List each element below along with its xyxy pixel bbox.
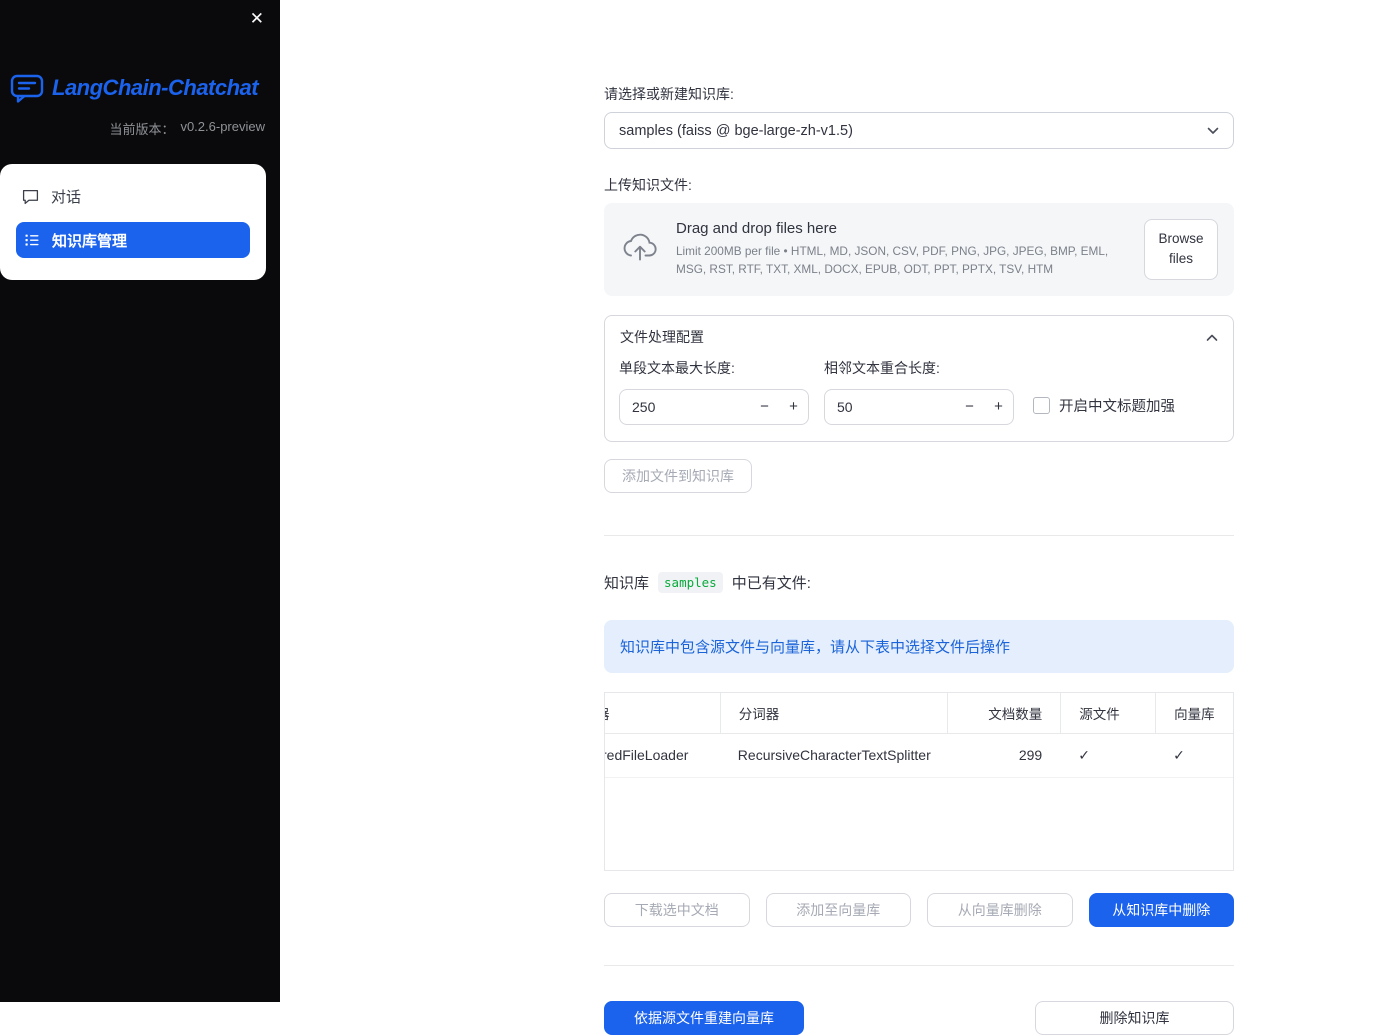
add-files-to-kb-button[interactable]: 添加文件到知识库 xyxy=(604,458,752,493)
file-config-expander: 文件处理配置 单段文本最大长度: − + xyxy=(604,314,1234,442)
overlap-field: 相邻文本重合长度: − + xyxy=(824,358,1014,425)
cloud-upload-icon xyxy=(620,231,660,267)
sidebar-close-button[interactable]: ✕ xyxy=(246,6,268,31)
source-check-icon: ✓ xyxy=(1078,746,1090,763)
zh-title-enhance-label: 开启中文标题加强 xyxy=(1059,398,1175,415)
sidebar-item-chat[interactable]: 对话 xyxy=(0,176,266,216)
vector-check-icon: ✓ xyxy=(1173,746,1185,763)
sidebar-menu: 对话 知识库管理 xyxy=(0,164,266,280)
upload-label: 上传知识文件: xyxy=(604,177,692,193)
table-row[interactable]: redFileLoader RecursiveCharacterTextSpli… xyxy=(605,734,1233,778)
cell-splitter: RecursiveCharacterTextSplitter xyxy=(737,747,931,763)
kb-select-value: samples (faiss @ bge-large-zh-v1.5) xyxy=(619,122,853,139)
version-label: 当前版本： xyxy=(109,122,175,137)
chevron-down-icon xyxy=(1207,122,1219,140)
max-length-input[interactable] xyxy=(632,398,750,415)
max-length-field: 单段文本最大长度: − + xyxy=(619,358,809,425)
version-value: v0.2.6-preview xyxy=(180,119,265,134)
overlap-label: 相邻文本重合长度: xyxy=(824,359,940,376)
sidebar-item-kb-management[interactable]: 知识库管理 xyxy=(16,222,250,258)
max-length-minus-button[interactable]: − xyxy=(750,398,779,415)
delete-kb-button[interactable]: 删除知识库 xyxy=(1035,1000,1234,1035)
close-icon: ✕ xyxy=(249,9,264,28)
kb-name-code: samples xyxy=(658,571,723,593)
cell-loader: redFileLoader xyxy=(605,747,689,763)
kb-select[interactable]: samples (faiss @ bge-large-zh-v1.5) xyxy=(604,112,1234,149)
download-selected-button[interactable]: 下载选中文档 xyxy=(604,892,750,927)
existing-files-heading: 知识库 samples 中已有文件: xyxy=(604,571,1234,593)
overlap-minus-button[interactable]: − xyxy=(955,398,984,415)
logo-text: LangChain-Chatchat xyxy=(52,74,259,100)
expander-title: 文件处理配置 xyxy=(620,328,704,345)
app-logo: LangChain-Chatchat xyxy=(10,72,274,103)
table-actions: 下载选中文档 添加至向量库 从向量库删除 从知识库中删除 xyxy=(604,892,1234,927)
add-to-vectorstore-button[interactable]: 添加至向量库 xyxy=(765,892,911,927)
files-heading-prefix: 知识库 xyxy=(604,574,650,592)
dropzone-limits: Limit 200MB per file • HTML, MD, JSON, C… xyxy=(676,244,1109,276)
main-content: 请选择或新建知识库: samples (faiss @ bge-large-zh… xyxy=(280,0,1380,1035)
divider xyxy=(604,964,1234,966)
overlap-plus-button[interactable]: + xyxy=(984,398,1013,415)
version-text: 当前版本： v0.2.6-preview xyxy=(0,119,265,138)
files-heading-suffix: 中已有文件: xyxy=(731,574,811,592)
file-dropzone[interactable]: Drag and drop files here Limit 200MB per… xyxy=(604,203,1234,296)
zh-title-enhance: 开启中文标题加强 xyxy=(1033,395,1175,416)
rebuild-vectorstore-button[interactable]: 依据源文件重建向量库 xyxy=(604,1000,804,1035)
max-length-plus-button[interactable]: + xyxy=(779,398,808,415)
footer-actions: 依据源文件重建向量库 删除知识库 xyxy=(604,1000,1234,1035)
kb-select-label: 请选择或新建知识库: xyxy=(604,86,734,102)
expander-body: 单段文本最大长度: − + 相邻文本重合长度: − + xyxy=(605,356,1233,425)
overlap-input[interactable] xyxy=(837,398,955,415)
app-root: ✕ LangChain-Chatchat 当前版本： v0.2.6-previe… xyxy=(0,0,1380,1035)
sidebar-item-kb-label: 知识库管理 xyxy=(52,232,128,250)
cell-doc-count: 299 xyxy=(1018,747,1043,763)
dropzone-title: Drag and drop files here xyxy=(676,220,837,238)
zh-title-enhance-checkbox[interactable] xyxy=(1033,396,1050,414)
table-header-loader: 器 xyxy=(605,693,720,733)
chat-bubble-icon xyxy=(22,188,39,205)
max-length-stepper: − + xyxy=(619,388,809,425)
overlap-stepper: − + xyxy=(824,388,1014,425)
browse-files-button[interactable]: Browse files xyxy=(1144,219,1218,280)
divider xyxy=(604,534,1234,536)
files-table: 器 分词器 文档数量 源文件 向量库 redFileLoader Recursi… xyxy=(604,691,1234,871)
max-length-label: 单段文本最大长度: xyxy=(619,359,735,376)
content-column: 请选择或新建知识库: samples (faiss @ bge-large-zh… xyxy=(604,0,1234,1035)
delete-from-kb-button[interactable]: 从知识库中删除 xyxy=(1088,892,1234,927)
chat-logo-icon xyxy=(10,72,44,103)
expander-header[interactable]: 文件处理配置 xyxy=(605,316,1233,356)
sidebar-item-chat-label: 对话 xyxy=(51,188,82,206)
dropzone-texts: Drag and drop files here Limit 200MB per… xyxy=(676,220,1128,278)
table-header-source: 源文件 xyxy=(1060,692,1155,733)
list-icon xyxy=(24,232,40,248)
table-header-doc-count: 文档数量 xyxy=(947,692,1060,733)
sidebar: ✕ LangChain-Chatchat 当前版本： v0.2.6-previe… xyxy=(0,0,280,1002)
table-header-vector: 向量库 xyxy=(1155,692,1233,733)
table-header-splitter: 分词器 xyxy=(719,692,948,733)
delete-from-vectorstore-button[interactable]: 从向量库删除 xyxy=(927,892,1073,927)
table-header-row: 器 分词器 文档数量 源文件 向量库 xyxy=(605,692,1233,733)
chevron-up-icon xyxy=(1206,329,1218,345)
info-banner: 知识库中包含源文件与向量库，请从下表中选择文件后操作 xyxy=(604,619,1234,673)
table-body: redFileLoader RecursiveCharacterTextSpli… xyxy=(605,732,1233,870)
